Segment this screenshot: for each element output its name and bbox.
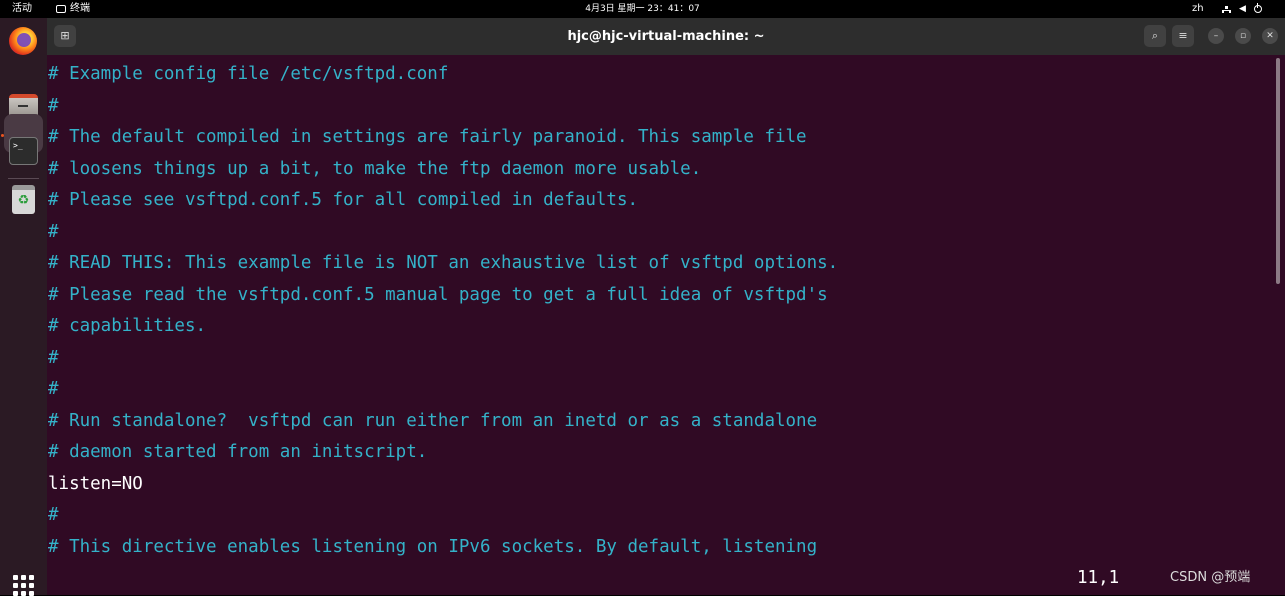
terminal-line: # Run standalone? vsftpd can run either … — [48, 410, 818, 431]
terminal-line: # This directive enables listening on IP… — [48, 536, 818, 557]
input-method-indicator[interactable]: zh — [1192, 0, 1204, 18]
clock[interactable]: 4月3日 星期一 23：41：07 — [0, 0, 1285, 18]
terminal-line: listen=NO — [48, 473, 143, 494]
terminal-line: # — [48, 505, 59, 525]
minimize-icon: – — [1213, 31, 1219, 41]
top-bar: 活动 终端 4月3日 星期一 23：41：07 zh ◀︎ — [0, 0, 1285, 18]
minimize-button[interactable]: – — [1208, 28, 1224, 44]
close-button[interactable]: ✕ — [1262, 28, 1278, 44]
show-apps-icon[interactable] — [13, 575, 34, 596]
firefox-icon[interactable] — [9, 27, 37, 55]
terminal-app-icon[interactable]: >_ — [9, 137, 38, 165]
terminal-line: # Please read the vsftpd.conf.5 manual p… — [48, 284, 828, 305]
terminal-line: # — [48, 379, 59, 399]
network-icon — [1222, 5, 1231, 13]
volume-icon: ◀︎ — [1239, 4, 1246, 14]
terminal-line: # capabilities. — [48, 316, 207, 336]
cursor-position: 11,1 — [1077, 568, 1120, 588]
dock: >_ ♻ — [0, 18, 47, 596]
hamburger-icon: ≡ — [1178, 29, 1188, 42]
power-icon — [1253, 3, 1262, 13]
close-icon: ✕ — [1266, 31, 1274, 41]
window-titlebar[interactable]: ⊞ hjc@hjc-virtual-machine: ~ ⌕ ≡ – ▫ ✕ — [47, 18, 1285, 55]
scrollbar[interactable] — [1276, 58, 1280, 284]
maximize-icon: ▫ — [1239, 31, 1247, 41]
terminal-line: # — [48, 221, 59, 242]
terminal-line: # loosens things up a bit, to make the f… — [48, 158, 702, 179]
terminal-line: # Example config file /etc/vsftpd.conf — [48, 64, 449, 84]
system-menu[interactable]: ◀︎ — [1222, 0, 1262, 18]
watermark: CSDN @预端 — [1170, 570, 1251, 585]
window-title: hjc@hjc-virtual-machine: ~ — [567, 29, 765, 44]
terminal-line: # — [48, 347, 59, 368]
terminal-line: # READ THIS: This example file is NOT an… — [48, 253, 839, 273]
terminal-line: # The default compiled in settings are f… — [48, 127, 807, 147]
terminal-line: # Please see vsftpd.conf.5 for all compi… — [48, 190, 639, 210]
search-icon: ⌕ — [1151, 29, 1159, 42]
search-button[interactable]: ⌕ — [1144, 25, 1166, 47]
terminal-view[interactable]: 11,1 CSDN @预端 # Example config file /etc… — [47, 55, 1285, 595]
terminal-line: # — [48, 95, 59, 116]
menu-button[interactable]: ≡ — [1172, 25, 1194, 47]
maximize-button[interactable]: ▫ — [1235, 28, 1251, 44]
running-indicator — [1, 134, 4, 137]
trash-icon[interactable]: ♻ — [12, 185, 35, 214]
dock-separator — [8, 178, 39, 179]
terminal-line: # daemon started from an initscript. — [48, 442, 428, 462]
